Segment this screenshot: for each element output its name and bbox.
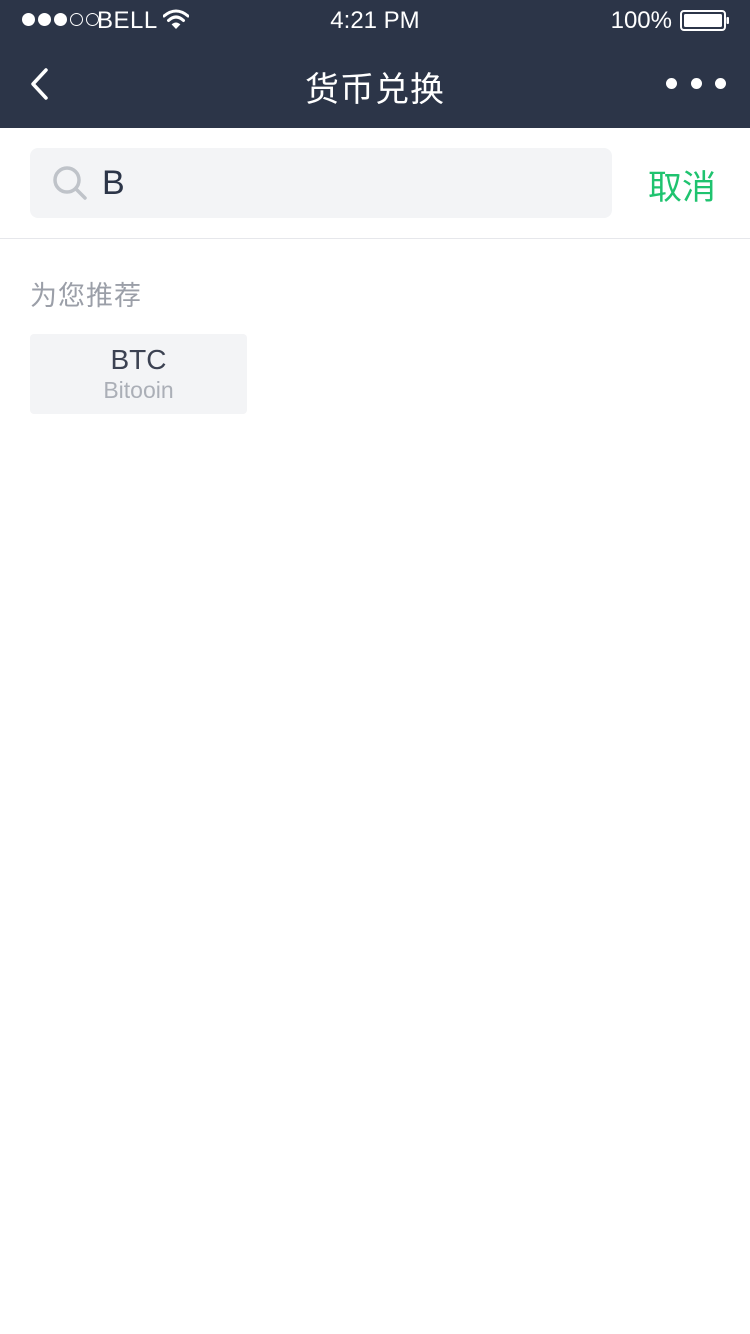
more-dots-icon[interactable] [666,76,726,90]
cancel-button[interactable]: 取消 [640,160,720,207]
battery-full-icon [680,10,729,31]
search-bar: 取消 [0,128,750,239]
recommend-item-btc[interactable]: BTC Bitooin [30,334,247,414]
search-input[interactable] [102,148,592,218]
page-title: 货币兑换 [305,71,445,109]
nav-bar: 货币兑换 [0,40,750,128]
search-icon [53,166,87,200]
app-header: BELL 4:21 PM 100% 货币兑换 [0,0,750,128]
search-box[interactable] [30,148,612,218]
recommend-section-title: 为您推荐 [30,281,142,311]
battery-percent: 100% [610,7,672,34]
status-bar: BELL 4:21 PM 100% [0,0,750,40]
currency-name: Bitooin [103,377,174,403]
currency-code: BTC [110,344,167,375]
